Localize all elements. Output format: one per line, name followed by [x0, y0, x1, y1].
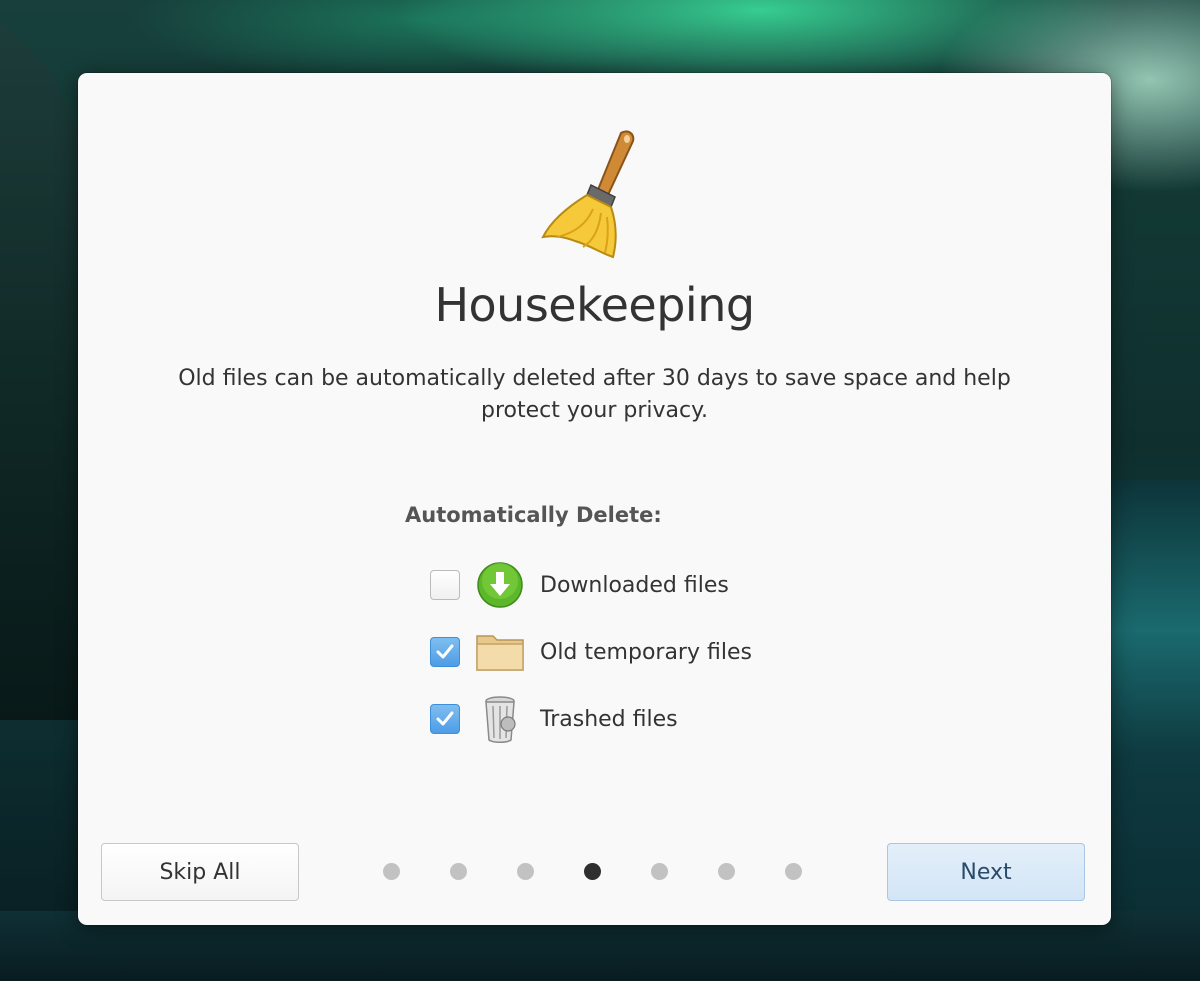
housekeeping-dialog: Housekeeping Old files can be automatica… — [78, 73, 1111, 925]
page-dot[interactable] — [517, 863, 534, 880]
page-dot[interactable] — [718, 863, 735, 880]
option-downloaded-files[interactable]: Downloaded files — [430, 561, 729, 609]
folder-icon — [474, 628, 526, 676]
wallpaper-sea — [1100, 480, 1200, 981]
next-button[interactable]: Next — [887, 843, 1085, 901]
option-label: Downloaded files — [540, 572, 729, 598]
option-label: Trashed files — [540, 706, 678, 732]
option-trashed-files[interactable]: Trashed files — [430, 695, 678, 743]
section-label: Automatically Delete: — [405, 503, 662, 527]
wallpaper-mountain — [0, 20, 90, 720]
checkmark-icon — [436, 644, 454, 659]
page-title: Housekeeping — [434, 278, 755, 332]
page-dot[interactable] — [383, 863, 400, 880]
page-indicator — [383, 861, 813, 883]
broom-icon — [541, 130, 635, 259]
checkmark-icon — [436, 711, 454, 726]
page-description: Old files can be automatically deleted a… — [178, 366, 1011, 423]
skip-all-button[interactable]: Skip All — [101, 843, 299, 901]
page-dot-current[interactable] — [584, 863, 601, 880]
option-label: Old temporary files — [540, 639, 752, 665]
page-dot[interactable] — [651, 863, 668, 880]
checkbox-old-temporary-files[interactable] — [430, 637, 460, 667]
checkbox-downloaded-files[interactable] — [430, 570, 460, 600]
download-arrow-icon — [474, 561, 526, 609]
trash-can-icon — [474, 695, 526, 743]
page-dot[interactable] — [785, 863, 802, 880]
page-dot[interactable] — [450, 863, 467, 880]
option-old-temporary-files[interactable]: Old temporary files — [430, 631, 752, 673]
checkbox-trashed-files[interactable] — [430, 704, 460, 734]
